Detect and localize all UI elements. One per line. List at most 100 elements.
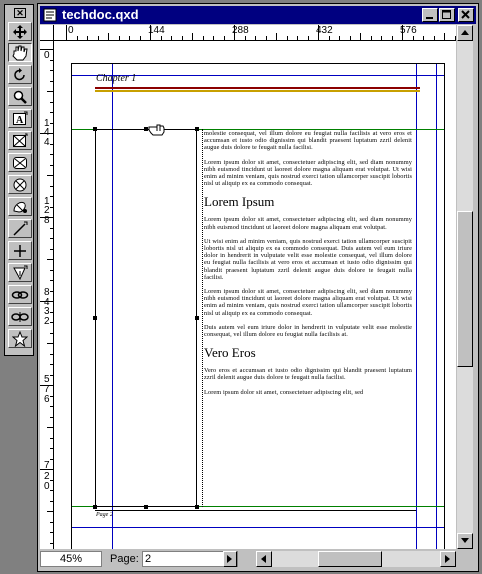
chapter-title: Chapter 1 [96,73,137,84]
body-paragraph: Lorem ipsum dolor sit amet, consectetuer… [204,158,412,188]
zoom-tool-button[interactable] [8,87,32,106]
arrow-right-icon [445,555,450,563]
horizontal-scroll-thumb[interactable] [318,551,382,567]
ruler-label: 0 [44,481,50,492]
document-icon [43,8,57,22]
body-paragraph: Ut wisi enim ad minim veniam, quis nostr… [204,237,412,281]
selection-handle[interactable] [195,127,199,131]
linking-tool-button[interactable] [8,285,32,304]
hand-cursor-icon [148,124,165,136]
footer-rule [95,510,416,511]
item-tool-button[interactable] [8,22,32,41]
rounded-picture-box-icon [13,156,27,169]
orthogonal-line-tool-button[interactable] [8,241,32,260]
rounded-picture-box-tool-button[interactable] [8,153,32,172]
ruler-label: 7 [44,460,50,471]
zoom-field[interactable]: 45% [40,551,102,567]
arrow-down-icon [461,538,469,543]
section-heading: Lorem Ipsum [204,194,275,210]
ruler-label: 2 [44,316,50,327]
selection-handle[interactable] [93,316,97,320]
svg-text:A: A [16,115,24,126]
magnifier-icon [13,90,27,104]
close-icon [461,10,470,19]
picture-box-x-icon [13,133,28,147]
text-box-icon: A [13,111,28,126]
starburst-tool-button[interactable] [8,329,32,348]
horizontal-scrollbar[interactable] [256,551,456,567]
selection-handle[interactable] [93,505,97,509]
chapter-rule-red [95,87,420,89]
page-field-value: 2 [145,553,152,565]
oval-picture-box-icon [13,178,27,191]
title-bar[interactable]: techdoc.qxd [40,6,476,24]
close-window-button[interactable] [458,8,474,22]
selection-handle[interactable] [144,505,148,509]
minimize-button[interactable] [422,8,438,22]
ruler-label: 0 [44,50,50,61]
rotate-icon [14,67,25,80]
unlinking-tool-button[interactable] [8,307,32,326]
scroll-up-button[interactable] [457,25,473,41]
horizontal-ruler[interactable]: 0 144 288 432 576 [54,25,456,41]
document-page[interactable]: Chapter 1 molestie consequat, vel illum … [71,63,445,549]
pasteboard[interactable]: Chapter 1 molestie consequat, vel illum … [54,41,456,549]
selection-handle[interactable] [195,505,199,509]
bezier-picture-box-tool-button[interactable] [8,197,32,216]
body-paragraph: Vero eros et accumsan et iusto odio dign… [204,367,412,382]
content-tool-button[interactable] [8,43,32,62]
ruler-label: 0 [68,25,74,36]
ruler-label: 576 [400,25,417,36]
oval-picture-box-tool-button[interactable] [8,175,32,194]
hand-icon [12,45,28,60]
body-paragraph: Lorem ipsum dolor sit amet, consectetuer… [204,216,412,231]
bezier-picture-box-icon [13,201,27,213]
body-paragraph: Lorem ipsum dolor sit amet, consectetuer… [204,388,364,396]
ruler-label: 6 [44,394,50,405]
footer-page-label: Page 2 [96,512,113,518]
vertical-scrollbar[interactable] [457,25,473,549]
body-paragraph: Duis autem vel eum iriure dolor in hendr… [204,323,412,339]
ruler-label: 288 [232,25,249,36]
rotation-tool-button[interactable] [8,65,32,84]
ruler-label: 8 [44,215,50,226]
vertical-scroll-thumb[interactable] [457,211,473,367]
page-menu-button[interactable] [223,551,237,567]
tool-palette: ✕ A [4,4,34,356]
arrow-up-icon [461,30,469,35]
line-tool-button[interactable] [8,219,32,238]
body-paragraph: Lorem ipsum dolor sit amet, consectetuer… [204,288,412,317]
scroll-down-button[interactable] [457,533,473,549]
page-label: Page: [110,553,139,565]
margin-guide-right-outer [436,64,437,549]
text-box[interactable]: molestie consequat, vel illum dolore eu … [204,130,412,504]
selection-handle[interactable] [195,316,199,320]
maximize-button[interactable] [439,8,455,22]
ruler-origin[interactable] [40,25,54,41]
pen-icon [13,265,28,280]
status-bar: 45% Page: 2 [40,550,476,569]
page-field[interactable]: 2 [142,551,238,567]
document-window: techdoc.qxd 0 144 288 432 576 0 1 4 4 1 … [37,3,479,572]
bezier-line-tool-button[interactable] [8,263,32,282]
window-title: techdoc.qxd [62,7,139,22]
rectangle-picture-box-tool-button[interactable] [8,131,32,150]
selection-handle[interactable] [93,127,97,131]
arrow-right-icon [227,555,232,563]
margin-guide-bottom [72,527,444,528]
arrow-left-icon [261,555,266,563]
vertical-ruler[interactable]: 0 1 4 4 1 2 8 8 4 3 2 5 7 6 7 2 0 [40,41,54,549]
palette-close-button[interactable]: ✕ [14,8,26,18]
scroll-left-button[interactable] [256,551,272,567]
move-arrows-icon [13,24,27,39]
section-heading: Vero Eros [204,345,256,361]
ruler-label: 4 [44,137,50,148]
body-paragraph: molestie consequat, vel illum dolore eu … [204,130,412,152]
maximize-icon [442,10,451,19]
picture-box[interactable] [95,129,197,507]
text-box-tool-button[interactable]: A [8,109,32,128]
scroll-right-button[interactable] [440,551,456,567]
orthogonal-line-icon [14,244,26,257]
broken-chain-icon [11,311,29,322]
margin-guide-right [416,64,417,549]
